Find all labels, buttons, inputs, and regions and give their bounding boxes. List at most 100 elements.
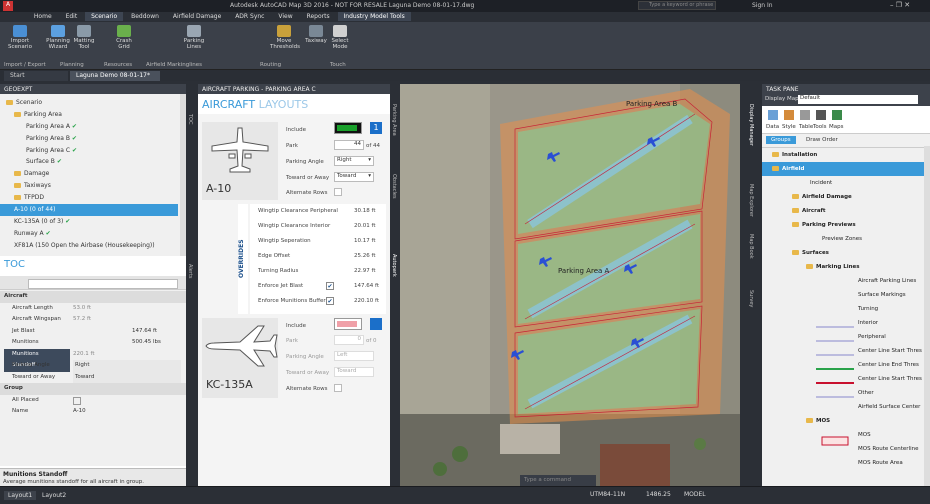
override-value[interactable]: 10.17 ft <box>354 238 376 244</box>
kc-angle-select[interactable]: Left <box>334 351 374 361</box>
window-controls[interactable]: – ❐ ✕ <box>890 1 910 9</box>
side-tab-map-explorer[interactable]: Map Explorer <box>748 184 754 217</box>
layer-incident[interactable]: Incident <box>762 176 930 190</box>
aerial-map[interactable] <box>400 84 740 486</box>
menu-edit[interactable]: Edit <box>60 12 84 21</box>
menu-view[interactable]: View <box>272 12 298 21</box>
menu-reports[interactable]: Reports <box>301 12 336 21</box>
matting-tool-button[interactable]: Matting Tool <box>70 25 98 50</box>
tool-data[interactable]: Data <box>766 124 779 130</box>
side-tab-parking-area[interactable]: Parking Area <box>391 104 397 136</box>
layer-mos-route-area[interactable]: MOS Route Area <box>762 456 930 470</box>
prop-toward-away[interactable]: Toward or Away Toward <box>0 371 186 383</box>
side-tab-survey[interactable]: Survey <box>748 290 754 307</box>
map-view[interactable]: Parking Area B Parking Area A <box>400 84 740 486</box>
tree-item-runway-a[interactable]: Runway A ✔ <box>0 228 186 240</box>
layer-airfield[interactable]: Airfield <box>762 162 930 176</box>
select-mode-button[interactable]: Select Mode <box>326 25 354 50</box>
tree-item-taxiways[interactable]: Taxiways <box>0 180 186 192</box>
tab-start[interactable]: Start <box>4 71 68 81</box>
alerts-side-tab[interactable]: Alerts <box>187 264 193 279</box>
override-value[interactable]: 220.10 ft <box>354 298 379 304</box>
groups-button[interactable]: Groups <box>766 136 796 144</box>
coordinate-system[interactable]: UTM84-11N <box>590 491 625 498</box>
scale-readout[interactable]: 1486.25 <box>646 491 671 498</box>
side-tab-obstacles[interactable]: Obstacles <box>391 174 397 199</box>
menu-beddown[interactable]: Beddown <box>125 12 165 21</box>
tree-item-parking-area[interactable]: Parking Area <box>0 109 186 121</box>
menu-industry-model-tools[interactable]: Industry Model Tools <box>337 12 411 21</box>
menu-airfield-damage[interactable]: Airfield Damage <box>167 12 227 21</box>
override-value[interactable]: 147.64 ft <box>354 283 379 289</box>
tool-table[interactable]: Table <box>799 124 813 130</box>
tool-style[interactable]: Style <box>782 124 796 130</box>
override-value[interactable]: 20.01 ft <box>354 223 376 229</box>
tree-item-parking-area-a[interactable]: Parking Area A ✔ <box>0 121 186 133</box>
tree-item-xf81a[interactable]: XF81A (150 Open the Airbase (Housekeepin… <box>0 240 186 252</box>
tree-item-surface-b[interactable]: Surface B ✔ <box>0 156 186 168</box>
layer-parking-previews[interactable]: Parking Previews <box>762 218 930 232</box>
move-thresholds-button[interactable]: Move Thresholds <box>270 25 300 50</box>
override-value[interactable]: 30.18 ft <box>354 208 376 214</box>
display-map-select[interactable]: Default <box>798 95 918 104</box>
tree-item-parking-area-b[interactable]: Parking Area B ✔ <box>0 133 186 145</box>
prop-munitions-standoff[interactable]: Munitions Standoff 220.1 ft <box>0 348 186 372</box>
tree-item-kc135a[interactable]: KC-135A (0 of 3) ✔ <box>0 216 186 228</box>
draw-order-button[interactable]: Draw Order <box>806 137 838 143</box>
kc135a-card[interactable]: KC-135A <box>202 318 278 398</box>
layer-airfield-damage[interactable]: Airfield Damage <box>762 190 930 204</box>
a10-color-swatch[interactable] <box>334 122 362 134</box>
menu-home[interactable]: Home <box>28 12 58 21</box>
layout1-tab[interactable]: Layout1 <box>4 491 37 500</box>
tree-item-damage[interactable]: Damage <box>0 168 186 180</box>
kc-alt-checkbox[interactable] <box>334 384 342 392</box>
layer-aircraft-parking-lines[interactable]: Aircraft Parking Lines <box>762 274 930 288</box>
toc-side-tab[interactable]: TOC <box>187 114 193 124</box>
crash-grid-button[interactable]: Crash Grid <box>110 25 138 50</box>
side-tab-display-manager[interactable]: Display Manager <box>748 104 754 146</box>
side-tab-autopark[interactable]: Autopark <box>391 254 397 277</box>
enforce-jet-blast-checkbox[interactable]: ✔ <box>326 282 334 290</box>
toc-search-input[interactable] <box>28 279 178 289</box>
a10-park-input[interactable]: 44 <box>334 140 364 150</box>
kc-color-swatch[interactable] <box>334 318 362 330</box>
command-input[interactable]: Type a command <box>520 475 596 486</box>
sign-in-button[interactable]: Sign In <box>752 2 773 9</box>
layer-surfaces[interactable]: Surfaces <box>762 246 930 260</box>
parking-lines-button[interactable]: Parking Lines <box>180 25 208 50</box>
tool-tools[interactable]: Tools <box>813 124 827 130</box>
layer-surface-markings[interactable]: Surface Markings <box>762 288 930 302</box>
layer-installation[interactable]: Installation <box>762 148 930 162</box>
a10-alt-checkbox[interactable] <box>334 188 342 196</box>
model-space-button[interactable]: MODEL <box>684 491 706 498</box>
a10-angle-select[interactable]: Right ▾ <box>334 156 374 166</box>
import-scenario-button[interactable]: Import Scenario <box>6 25 34 50</box>
menu-scenario[interactable]: Scenario <box>85 12 124 21</box>
kc-park-input[interactable]: 0 <box>334 335 364 345</box>
tool-maps[interactable]: Maps <box>829 124 843 130</box>
enforce-munitions-checkbox[interactable]: ✔ <box>326 297 334 305</box>
side-tab-map-book[interactable]: Map Book <box>748 234 754 259</box>
layer-marking-lines[interactable]: Marking Lines <box>762 260 930 274</box>
tree-item-parking-area-c[interactable]: Parking Area C ✔ <box>0 145 186 157</box>
layout2-tab[interactable]: Layout2 <box>38 491 70 500</box>
menu-adr-sync[interactable]: ADR Sync <box>229 12 270 21</box>
task-pane-scrollbar[interactable] <box>924 146 930 486</box>
a10-card[interactable]: A-10 <box>202 122 278 200</box>
prop-munitions[interactable]: Munitions 500.45 lbs <box>0 337 186 349</box>
layer-aircraft[interactable]: Aircraft <box>762 204 930 218</box>
prop-jet-blast[interactable]: Jet Blast 147.64 ft <box>0 326 186 338</box>
app-logo-icon[interactable]: A <box>3 1 13 11</box>
override-value[interactable]: 22.97 ft <box>354 268 376 274</box>
prop-parking-angle[interactable]: Parking Angle Right <box>0 360 186 372</box>
override-value[interactable]: 25.26 ft <box>354 253 376 259</box>
tab-laguna-demo[interactable]: Laguna Demo 08-01-17* <box>70 71 160 81</box>
tree-item-a10[interactable]: A-10 (0 of 44) <box>0 204 178 216</box>
tree-item-scenario[interactable]: Scenario <box>0 97 186 109</box>
all-placed-checkbox[interactable] <box>73 396 81 405</box>
tree-item-tfpdd[interactable]: TFPDD <box>0 192 186 204</box>
a10-toward-select[interactable]: Toward ▾ <box>334 172 374 182</box>
kc-toward-select[interactable]: Toward <box>334 367 374 377</box>
search-input[interactable]: Type a keyword or phrase <box>638 1 716 10</box>
layer-preview-zones[interactable]: Preview Zones <box>762 232 930 246</box>
